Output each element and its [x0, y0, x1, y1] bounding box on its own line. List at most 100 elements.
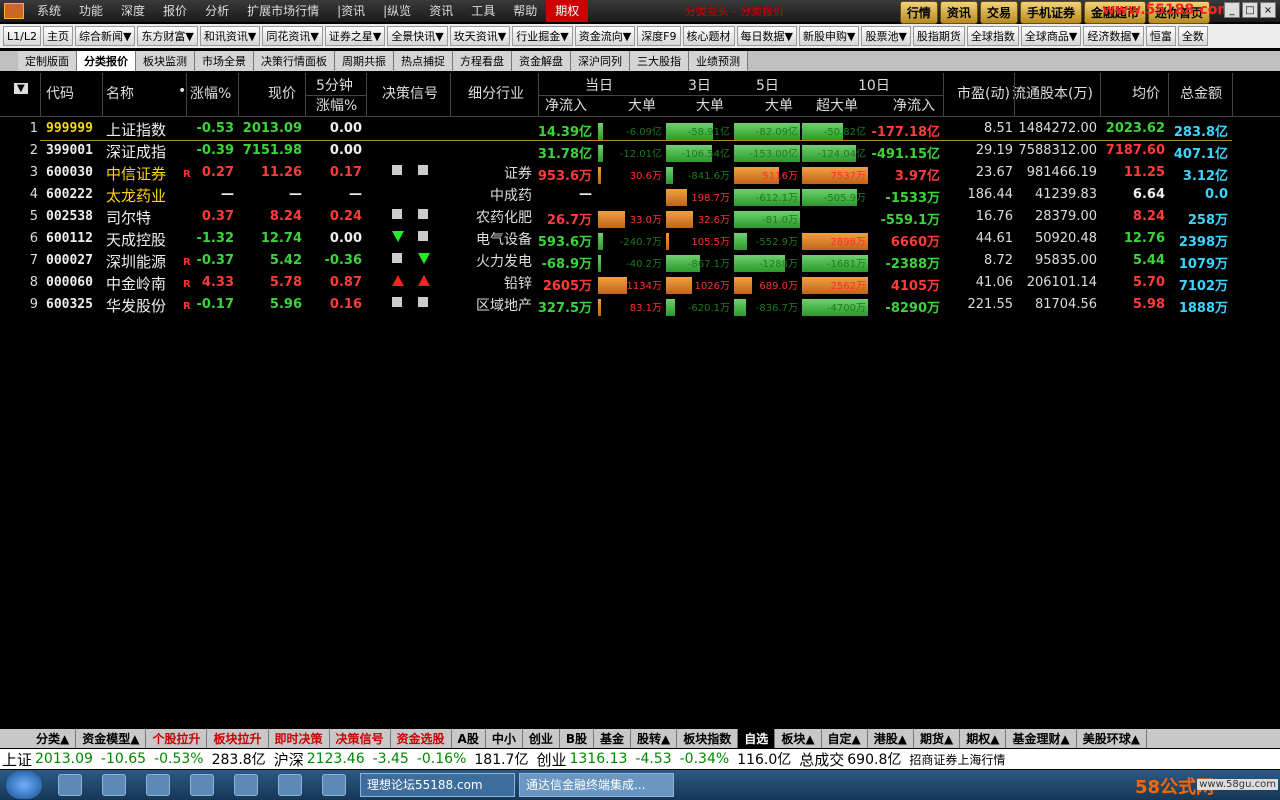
menu-item-8[interactable]: 资讯 — [420, 0, 462, 22]
quicklaunch-app-icon[interactable] — [190, 774, 214, 796]
tab-11[interactable]: 业绩预测 — [689, 51, 748, 71]
menu-item-0[interactable]: 系统 — [28, 0, 70, 22]
col-amount[interactable]: 总金额 — [1180, 83, 1222, 103]
toolbar-button-18[interactable]: 全球商品▼ — [1020, 26, 1082, 46]
table-row[interactable]: 1 999999 上证指数 -0.53 2013.09 0.00 14.39亿 -6.09亿 -… — [0, 119, 1280, 141]
quicklaunch-browser-icon[interactable] — [234, 774, 258, 796]
table-row[interactable]: 3 600030 中信证券 R 0.27 11.26 0.17 证券 953.6万 30.6万 -8… — [0, 163, 1280, 185]
toolbar-button-3[interactable]: 东方财富▼ — [137, 26, 198, 46]
toolbar-button-13[interactable]: 每日数据▼ — [736, 26, 797, 46]
quicklaunch-tool-icon[interactable] — [322, 774, 346, 796]
close-icon[interactable]: × — [1260, 2, 1276, 18]
start-button-icon[interactable] — [6, 771, 42, 799]
col-net-10day[interactable]: 净流入 — [893, 95, 935, 115]
menu-item-1[interactable]: 功能 — [70, 0, 112, 22]
table-row[interactable]: 9 600325 华发股份 R -0.17 5.96 0.16 区域地产 327.5万 83.1万… — [0, 295, 1280, 317]
col-industry[interactable]: 细分行业 — [468, 83, 524, 103]
toolbar-button-21[interactable]: 全数 — [1177, 26, 1208, 46]
bottom-tab-19[interactable]: 期权▲ — [960, 729, 1007, 748]
tab-4[interactable]: 决策行情面板 — [254, 51, 335, 71]
col-change[interactable]: 涨幅% — [190, 83, 231, 103]
bottom-tab-14[interactable]: 自选 — [738, 729, 776, 748]
bottom-tab-10[interactable]: B股 — [560, 729, 595, 748]
toolbar-button-0[interactable]: L1/L2 — [3, 26, 41, 46]
bottom-tab-6[interactable]: 资金选股 — [391, 729, 452, 748]
toolbar-button-5[interactable]: 同花资讯▼ — [262, 26, 323, 46]
menu-item-9[interactable]: 工具 — [462, 0, 504, 22]
quicklaunch-media-icon[interactable] — [146, 774, 170, 796]
bottom-tab-0[interactable]: 分类▲ — [30, 729, 77, 748]
maximize-icon[interactable]: □ — [1242, 2, 1258, 18]
bottom-tab-15[interactable]: 板块▲ — [775, 729, 822, 748]
col-big-3day[interactable]: 大单 — [696, 95, 724, 115]
toolbar-button-17[interactable]: 全球指数 — [966, 26, 1019, 46]
bottom-tab-2[interactable]: 个股拉升 — [146, 729, 208, 748]
tab-3[interactable]: 市场全景 — [195, 51, 254, 71]
bottom-tab-18[interactable]: 期货▲ — [914, 729, 961, 748]
col-big-today[interactable]: 大单 — [628, 95, 656, 115]
toolbar-button-15[interactable]: 股票池▼ — [861, 26, 911, 46]
table-row[interactable]: 8 000060 中金岭南 R 4.33 5.78 0.87 铅锌 2605万 1134万 1026… — [0, 273, 1280, 295]
bottom-tab-11[interactable]: 基金 — [594, 729, 632, 748]
menu-item-7[interactable]: |纵览 — [374, 0, 420, 22]
col-price[interactable]: 现价 — [268, 83, 296, 103]
col-super-10day[interactable]: 超大单 — [816, 95, 858, 115]
toolbar-button-8[interactable]: 玫天资讯▼ — [449, 26, 511, 46]
column-menu-dropdown[interactable]: ▼ — [14, 83, 28, 94]
tab-10[interactable]: 三大股指 — [630, 51, 689, 71]
menu-item-5[interactable]: 扩展市场行情 — [238, 0, 328, 22]
table-row[interactable]: 2 399001 深证成指 -0.39 7151.98 0.00 31.78亿 -12.01亿… — [0, 141, 1280, 163]
toolbar-button-9[interactable]: 行业掘金▼ — [512, 26, 573, 46]
toolbar-button-2[interactable]: 综合新闻▼ — [74, 26, 136, 46]
bottom-tab-12[interactable]: 股转▲ — [631, 729, 678, 748]
toolbar-button-10[interactable]: 资金流向▼ — [574, 26, 636, 46]
bottom-tab-5[interactable]: 决策信号 — [330, 729, 391, 748]
col-net-today[interactable]: 净流入 — [545, 95, 587, 115]
menu-item-4[interactable]: 分析 — [196, 0, 238, 22]
bottom-tab-16[interactable]: 自定▲ — [822, 729, 868, 748]
menu-item-3[interactable]: 报价 — [154, 0, 196, 22]
bottom-tab-7[interactable]: A股 — [452, 729, 486, 748]
toolbar-button-4[interactable]: 和讯资讯▼ — [199, 26, 261, 46]
toolbar-button-11[interactable]: 深度F9 — [637, 26, 681, 46]
col-name[interactable]: 名称 — [106, 83, 134, 103]
toolbar-button-20[interactable]: 恒富 — [1145, 26, 1176, 46]
toolbar-button-16[interactable]: 股指期货 — [912, 26, 965, 46]
quick-nav-button-0[interactable]: 行情 — [899, 1, 938, 24]
taskbar-task-0[interactable]: 理想论坛55188.com — [360, 773, 515, 797]
toolbar-button-7[interactable]: 全景快讯▼ — [387, 26, 448, 46]
toolbar-button-14[interactable]: 新股申购▼ — [798, 26, 860, 46]
col-pe[interactable]: 市盈(动) — [957, 83, 1010, 103]
menu-item-6[interactable]: |资讯 — [328, 0, 374, 22]
bottom-tab-4[interactable]: 即时决策 — [269, 729, 330, 748]
bottom-tab-3[interactable]: 板块拉升 — [207, 729, 269, 748]
bottom-tab-8[interactable]: 中小 — [486, 729, 523, 748]
quicklaunch-ie-icon[interactable] — [58, 774, 82, 796]
quick-nav-button-3[interactable]: 手机证券 — [1019, 1, 1082, 24]
col-avg[interactable]: 均价 — [1132, 83, 1160, 103]
toolbar-button-19[interactable]: 经济数据▼ — [1083, 26, 1144, 46]
bottom-tab-9[interactable]: 创业 — [523, 729, 560, 748]
taskbar-task-1[interactable]: 通达信金融终端集成... — [519, 773, 674, 797]
tab-1[interactable]: 分类报价 — [77, 51, 136, 71]
quick-nav-button-2[interactable]: 交易 — [979, 1, 1018, 24]
table-row[interactable]: 6 600112 天成控股 -1.32 12.74 0.00 电气设备 593.6万 -240.… — [0, 229, 1280, 251]
col-signal[interactable]: 决策信号 — [382, 83, 438, 103]
toolbar-button-12[interactable]: 核心题材 — [682, 26, 735, 46]
tab-6[interactable]: 热点捕捉 — [394, 51, 453, 71]
bottom-tab-17[interactable]: 港股▲ — [868, 729, 915, 748]
tab-8[interactable]: 资金解盘 — [512, 51, 571, 71]
tab-2[interactable]: 板块监测 — [136, 51, 195, 71]
col-code[interactable]: 代码 — [46, 83, 74, 103]
table-row[interactable]: 7 000027 深圳能源 R -0.37 5.42 -0.36 火力发电 -68.9万 -40.… — [0, 251, 1280, 273]
toolbar-button-6[interactable]: 证券之星▼ — [324, 26, 386, 46]
col-5min-top[interactable]: 5分钟 — [316, 75, 353, 95]
bottom-tab-21[interactable]: 美股环球▲ — [1077, 729, 1147, 748]
col-5min-bottom[interactable]: 涨幅% — [316, 95, 357, 115]
col-shares[interactable]: 流通股本(万) — [1012, 83, 1093, 103]
bottom-tab-1[interactable]: 资金模型▲ — [76, 729, 147, 748]
table-row[interactable]: 5 002538 司尔特 0.37 8.24 0.24 农药化肥 26.7万 33.0万 32.6… — [0, 207, 1280, 229]
tab-9[interactable]: 深沪同列 — [571, 51, 630, 71]
quicklaunch-browser2-icon[interactable] — [278, 774, 302, 796]
menu-item-2[interactable]: 深度 — [112, 0, 154, 22]
